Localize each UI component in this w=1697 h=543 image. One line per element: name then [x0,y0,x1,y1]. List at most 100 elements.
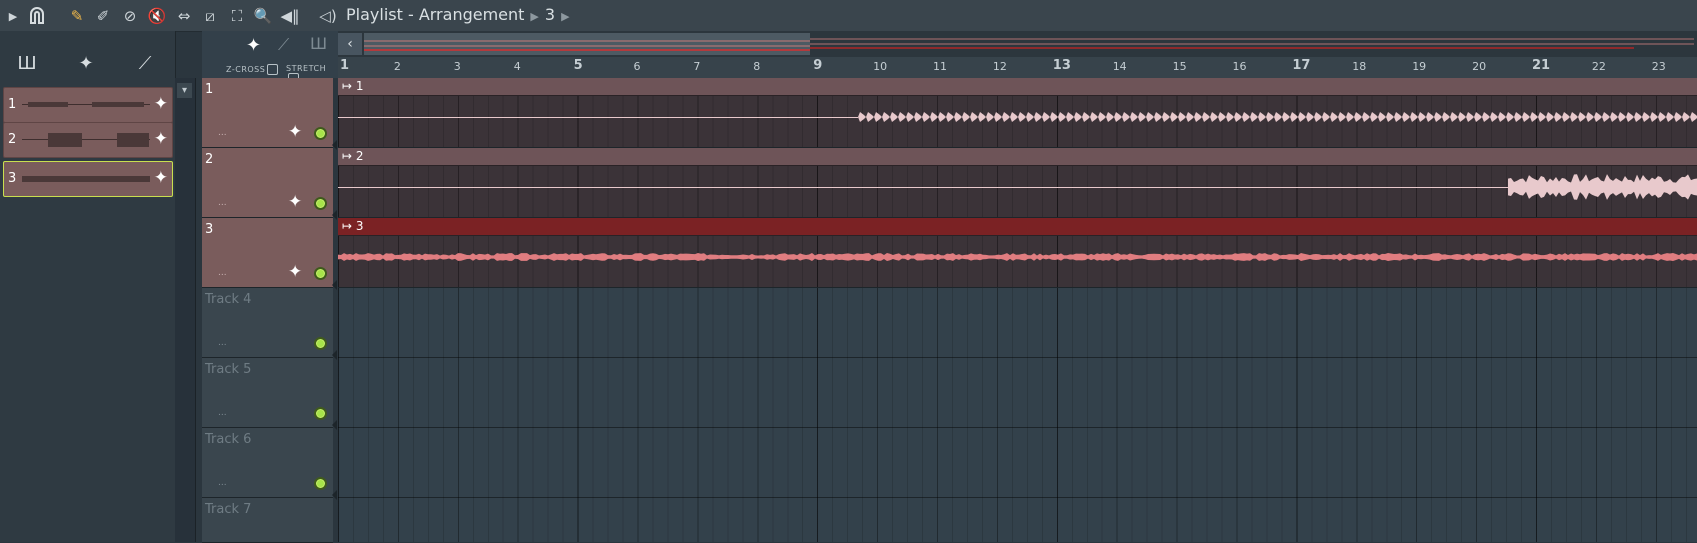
track-header-3[interactable]: 3 ... ✦ [202,218,337,290]
ruler-bar-number: 7 [693,60,701,73]
ruler-bar-number: 21 [1532,58,1551,73]
audio-clip-bar[interactable]: ↦ 1 [338,78,1697,96]
ruler-bar-number: 1 [340,58,350,73]
slip-edit-icon[interactable]: ⇔ [173,5,195,27]
ruler-bar-number: 10 [873,60,888,73]
slice-icon[interactable]: ⧄ [199,5,221,27]
window-title: Playlist - Arrangement ▶ 3 ▶ [346,5,576,24]
overview-left-icon[interactable]: ‹ [338,33,362,55]
browser-clip-3[interactable]: 3 ✦ [3,161,173,197]
track-enable-led[interactable] [314,477,327,490]
play-arrow-icon[interactable]: ▶ [2,5,24,27]
track-dots: ... [218,478,227,488]
ruler-bar-number: 18 [1352,60,1367,73]
track-header-2[interactable]: 2 ... ✦ [202,148,337,220]
zcross-toggle[interactable]: Z-CROSS [226,64,279,75]
pattern-name[interactable]: 3 [545,5,555,24]
audio-clip-icon: ✦ [153,129,168,149]
audio-track-icon: ✦ [288,192,303,212]
clip-waveform [338,174,1697,200]
track-name: Track 4 [205,292,252,307]
track-name: Track 5 [205,362,252,377]
audio-clip-bar-selected[interactable]: ↦ 3 [338,218,1697,236]
track-dots: ... [218,408,227,418]
track-name: Track 7 [205,502,252,517]
zcross-checkbox[interactable] [267,64,279,75]
overview-window-clips [364,40,810,51]
ruler-bar-number: 17 [1292,58,1311,73]
browser-clip-1[interactable]: 1 ✦ [3,87,173,123]
clip-label: 2 [8,132,17,147]
automation-icon[interactable]: ⟋ [278,35,289,55]
track-enable-led[interactable] [314,197,327,210]
audio-clip-icon[interactable]: ✦ [71,50,101,76]
track-dots: ... [218,338,227,348]
draw-pencil-icon[interactable]: ✎ [66,5,88,27]
ruler-bar-number: 2 [393,60,401,73]
track-enable-led[interactable] [314,407,327,420]
ruler-bar-number: 12 [992,60,1007,73]
timeline-ruler[interactable]: 1 2 3 4 5 6 7 8 9 10 11 12 13 14 15 16 17 18 19 20 21 22 23 [338,57,1697,79]
overview-view-window[interactable] [364,33,810,55]
audio-track-icon: ✦ [288,122,303,142]
track-header-5[interactable]: Track 5 ... [202,358,337,430]
audio-clip-icon: ✦ [153,168,168,188]
ruler-bar-number: 19 [1412,60,1427,73]
track-enable-led[interactable] [314,267,327,280]
track-header-1[interactable]: 1 ... ✦ [202,78,337,150]
clip-title: ↦ 2 [342,149,364,163]
playlist-lane-2[interactable]: ↦ 2 [338,148,1697,218]
browser-scrollbar[interactable] [175,78,196,542]
magnet-icon[interactable] [26,5,48,27]
ruler-bar-number: 11 [933,60,947,73]
ruler-bar-number: 22 [1591,60,1606,73]
audio-clip-bar[interactable]: ↦ 2 [338,148,1697,166]
playlist-lane-1[interactable]: ↦ 1 [338,78,1697,148]
piano-roll-icon[interactable]: Ш [310,34,327,53]
track-enable-led[interactable] [314,337,327,350]
track-dots: ... [218,198,227,208]
track-name: 1 [205,82,214,97]
track-dots: ... [218,128,227,138]
ruler-bar-number: 14 [1112,60,1127,73]
track-header-6[interactable]: Track 6 ... [202,428,337,500]
audio-clip-icon[interactable]: ✦ [246,35,261,56]
piano-roll-icon[interactable]: Ш [12,50,42,76]
track-dots: ... [218,268,227,278]
breadcrumb-chevron-icon: ▶ [530,10,539,23]
clip-label: 3 [8,171,17,186]
clip-waveform [22,102,150,107]
ruler-bar-number: 16 [1232,60,1247,73]
ruler-bar-number: 5 [573,58,583,73]
ruler-bar-number: 8 [753,60,761,73]
track-name: Track 6 [205,432,252,447]
browser-clip-2[interactable]: 2 ✦ [3,122,173,158]
ruler-bar-number: 20 [1472,60,1487,73]
track-header-7[interactable]: Track 7 [202,498,333,543]
scroll-down-icon[interactable]: ▾ [177,83,192,98]
track-header-4[interactable]: Track 4 ... [202,288,337,360]
paint-brush-icon[interactable]: ✐ [92,5,114,27]
track-header-options: ✦ ⟋ Ш Z-CROSS STRETCH [202,31,338,84]
select-icon[interactable]: ⛶ [226,5,248,27]
track-enable-led[interactable] [314,127,327,140]
ruler-bar-number: 6 [633,60,641,73]
ruler-bar-number: 13 [1052,58,1071,73]
playlist-lane-3[interactable]: ↦ 3 [338,218,1697,288]
ruler-bar-number: 15 [1172,60,1187,73]
clip-waveform [22,133,150,147]
mute-circle-icon[interactable]: ⊘ [119,5,141,27]
speaker-icon[interactable]: ◁) [317,5,339,27]
clip-title: ↦ 3 [342,219,364,233]
playback-icon[interactable]: ◀‖ [279,5,301,27]
clip-title: ↦ 1 [342,79,364,93]
clip-label: 1 [8,97,17,112]
zoom-icon[interactable]: 🔍 [252,5,274,27]
automation-icon[interactable]: ⟋ [130,50,160,76]
track-name: 3 [205,222,214,237]
ruler-bar-number: 23 [1651,60,1666,73]
clip-waveform [22,176,150,182]
clip-waveform [338,112,1697,122]
mute-speaker-icon[interactable]: 🔇 [146,5,168,27]
pattern-chevron-icon[interactable]: ▶ [561,10,569,23]
